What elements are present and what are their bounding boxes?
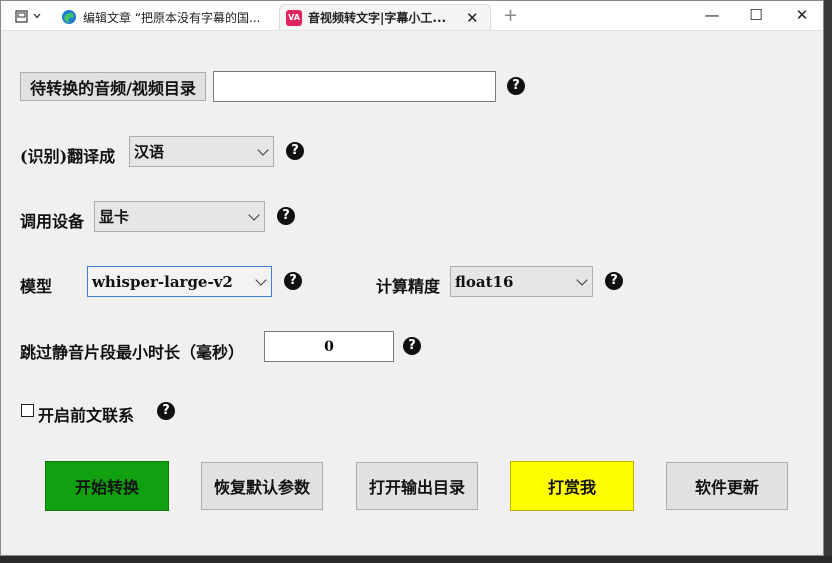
translate-label: (识别)翻译成 xyxy=(20,147,116,166)
silence-duration-label: 跳过静音片段最小时长（毫秒） xyxy=(20,343,245,362)
chevron-down-icon xyxy=(33,13,41,19)
help-icon[interactable]: ? xyxy=(507,77,525,95)
maximize-button[interactable]: ☐ xyxy=(746,6,766,24)
open-output-dir-button[interactable]: 打开输出目录 xyxy=(356,462,478,510)
source-dir-input[interactable] xyxy=(213,71,496,102)
model-label: 模型 xyxy=(20,277,53,296)
silence-duration-input[interactable]: 0 xyxy=(264,331,394,362)
model-select[interactable]: whisper-large-v2 xyxy=(87,266,272,297)
select-value: float16 xyxy=(455,272,514,291)
close-window-button[interactable]: ✕ xyxy=(792,6,812,24)
select-value: 显卡 xyxy=(99,208,130,226)
translate-language-select[interactable]: 汉语 xyxy=(129,136,274,167)
select-source-dir-button[interactable]: 待转换的音频/视频目录 xyxy=(20,72,206,101)
tab-groups-icon xyxy=(15,9,28,23)
chevron-down-icon xyxy=(257,143,269,156)
help-icon[interactable]: ? xyxy=(286,142,304,160)
app-window: 编辑文章 “把原本没有字幕的国... VA 音视频转文字|字幕小工... ✕ +… xyxy=(0,0,824,556)
chevron-down-icon xyxy=(255,273,267,286)
precision-label: 计算精度 xyxy=(376,277,441,296)
new-tab-button[interactable]: + xyxy=(503,5,518,26)
device-select[interactable]: 显卡 xyxy=(94,201,265,232)
browser-tab-transcribe-tool[interactable]: VA 音视频转文字|字幕小工... ✕ xyxy=(279,4,491,30)
tab-actions-menu[interactable] xyxy=(15,8,42,24)
edge-icon xyxy=(62,10,76,24)
help-icon[interactable]: ? xyxy=(284,272,302,290)
help-icon[interactable]: ? xyxy=(277,207,295,225)
browser-tab-bar: 编辑文章 “把原本没有字幕的国... VA 音视频转文字|字幕小工... ✕ +… xyxy=(1,1,823,31)
minimize-button[interactable]: — xyxy=(702,6,722,24)
help-icon[interactable]: ? xyxy=(157,402,175,420)
help-icon[interactable]: ? xyxy=(403,337,421,355)
chevron-down-icon xyxy=(576,273,588,286)
tab-title: 音视频转文字|字幕小工... xyxy=(308,11,447,25)
select-value: whisper-large-v2 xyxy=(92,272,233,291)
start-convert-button[interactable]: 开始转换 xyxy=(45,461,169,511)
select-value: 汉语 xyxy=(134,143,165,161)
chevron-down-icon xyxy=(248,208,260,221)
precision-select[interactable]: float16 xyxy=(450,266,593,297)
tab-title: 编辑文章 “把原本没有字幕的国... xyxy=(83,10,261,25)
context-checkbox[interactable] xyxy=(21,404,34,417)
app-logo-icon: VA xyxy=(286,9,302,26)
close-tab-icon[interactable]: ✕ xyxy=(466,9,479,27)
device-label: 调用设备 xyxy=(20,212,85,231)
background-window-edge xyxy=(0,556,832,563)
update-button[interactable]: 软件更新 xyxy=(666,462,788,510)
reset-defaults-button[interactable]: 恢复默认参数 xyxy=(201,462,323,510)
help-icon[interactable]: ? xyxy=(605,272,623,290)
donate-button[interactable]: 打赏我 xyxy=(510,461,634,511)
browser-tab-edit-article[interactable]: 编辑文章 “把原本没有字幕的国... xyxy=(61,5,275,29)
context-checkbox-label: 开启前文联系 xyxy=(38,406,135,425)
